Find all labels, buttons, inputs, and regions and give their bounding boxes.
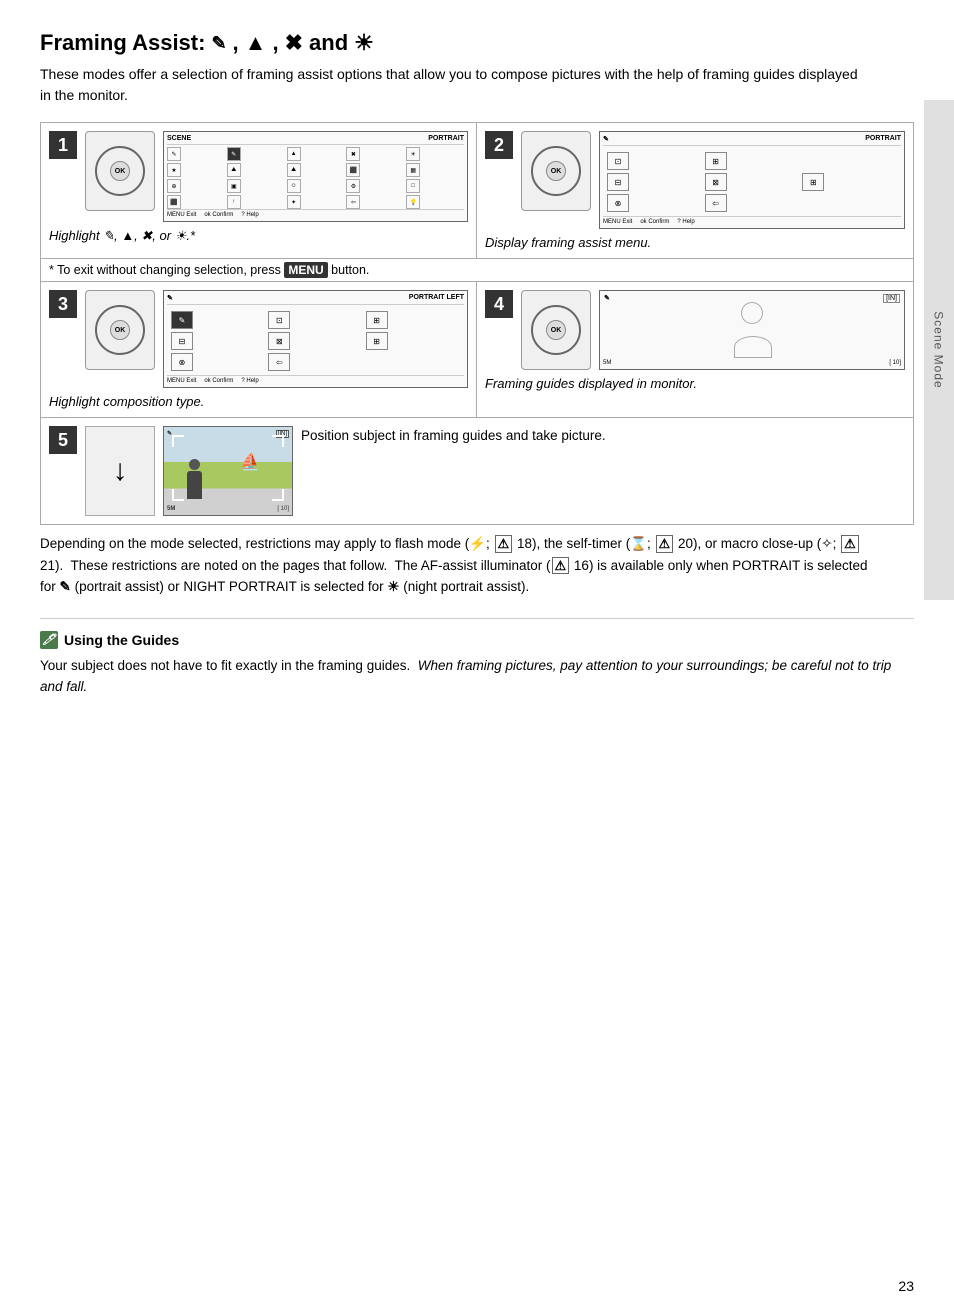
guides-title: 🖊 Using the Guides	[40, 631, 914, 649]
note-text: * To exit without changing selection, pr…	[49, 263, 281, 277]
step-2-caption: Display framing assist menu.	[485, 235, 905, 250]
guides-icon: 🖊	[40, 631, 58, 649]
dpad-1: OK	[95, 146, 145, 196]
dpad-2: OK	[531, 146, 581, 196]
step-4-cell: 4 OK ✎ [IN] 5M [ 10]	[477, 282, 913, 417]
step-2-cell: 2 OK ✎ PORTRAIT ⊡ ⊞	[477, 123, 913, 258]
ref-icon-timer: ⚠	[656, 535, 674, 553]
step-3-number: 3	[49, 290, 77, 318]
step-2-number: 2	[485, 131, 513, 159]
steps-row2: 3 OK ✎ PORTRAIT LEFT ✎ ⊡ ⊞	[41, 282, 913, 418]
step-1-caption: Highlight ✎, ▲, ✖, or ☀.*	[49, 228, 468, 244]
step-5-number: 5	[49, 426, 77, 454]
title-and: and	[309, 30, 348, 56]
page-number: 23	[898, 1278, 914, 1294]
side-bar-label: Scene Mode	[932, 311, 946, 388]
note-suffix: button.	[331, 263, 369, 277]
ok-button-4: OK	[546, 320, 566, 340]
title-icon2: ▲	[245, 30, 267, 56]
ref-icon-macro: ⚠	[841, 535, 859, 553]
step-4-caption: Framing guides displayed in monitor.	[485, 376, 905, 391]
steps-container: 1 OK SCENE PORTRAIT ✎ ✎	[40, 122, 914, 525]
scene-label: SCENE	[167, 135, 191, 142]
title-icon3: ✖	[285, 30, 303, 56]
portrait-label: PORTRAIT	[428, 135, 464, 142]
ref-icon-af: ⚠	[552, 557, 570, 575]
title-comma2: ,	[272, 30, 278, 56]
intro-text: These modes offer a selection of framing…	[40, 64, 860, 106]
title-text: Framing Assist:	[40, 30, 205, 56]
guides-text-plain: Your subject does not have to fit exactl…	[40, 658, 410, 673]
step-3-screen: ✎ PORTRAIT LEFT ✎ ⊡ ⊞ ⊟ ⊠ ⊞ ⊗ ⇦	[163, 290, 468, 388]
title-icon4: ☀	[354, 30, 374, 56]
step-5-indicator: ↓	[85, 426, 155, 516]
ok-button-3: OK	[110, 320, 130, 340]
guides-body: Your subject does not have to fit exactl…	[40, 655, 914, 698]
dpad-4: OK	[531, 305, 581, 355]
step-3-cell: 3 OK ✎ PORTRAIT LEFT ✎ ⊡ ⊞	[41, 282, 477, 417]
step-4-camera: OK	[521, 290, 591, 370]
step-1-number: 1	[49, 131, 77, 159]
title-comma1: ,	[233, 30, 239, 56]
step-1-camera: OK	[85, 131, 155, 211]
guides-section: 🖊 Using the Guides Your subject does not…	[40, 618, 914, 698]
ok-button-1: OK	[110, 161, 130, 181]
step-2-screen: ✎ PORTRAIT ⊡ ⊞ ⊟ ⊠ ⊞ ⊗ ⇦	[599, 131, 905, 229]
portrait-assist-icon: ✎	[60, 579, 71, 594]
step-4-number: 4	[485, 290, 513, 318]
guides-title-text: Using the Guides	[64, 632, 179, 648]
page-title: Framing Assist: ✎ , ▲ , ✖ and ☀	[40, 30, 914, 56]
step-2-camera: OK	[521, 131, 591, 211]
description: Depending on the mode selected, restrict…	[40, 533, 880, 598]
note-row: * To exit without changing selection, pr…	[41, 259, 913, 282]
side-bar: Scene Mode	[924, 100, 954, 600]
step-1-screen: SCENE PORTRAIT ✎ ✎ ▲ ✖ ☀ ★ ⛰ ⛰ ⬛ ▦	[163, 131, 468, 222]
ref-icon-flash: ⚠	[495, 535, 513, 553]
step-4-screen: ✎ [IN] 5M [ 10]	[599, 290, 905, 370]
step-1-cell: 1 OK SCENE PORTRAIT ✎ ✎	[41, 123, 477, 258]
dpad-3: OK	[95, 305, 145, 355]
step-5-caption: Position subject in framing guides and t…	[301, 426, 905, 446]
ok-button-2: OK	[546, 161, 566, 181]
step-3-caption: Highlight composition type.	[49, 394, 468, 409]
step-3-camera: OK	[85, 290, 155, 370]
title-icon1: ✎	[211, 33, 226, 54]
step-5-cell: 5 ↓ ✎ [IN] ⛵ 5M [ 10]	[41, 418, 913, 524]
night-portrait-icon: ☀	[387, 579, 399, 594]
steps-row1: 1 OK SCENE PORTRAIT ✎ ✎	[41, 123, 913, 259]
step-5-screen: ✎ [IN] ⛵ 5M [ 10]	[163, 426, 293, 516]
menu-button-label: MENU	[284, 262, 327, 278]
